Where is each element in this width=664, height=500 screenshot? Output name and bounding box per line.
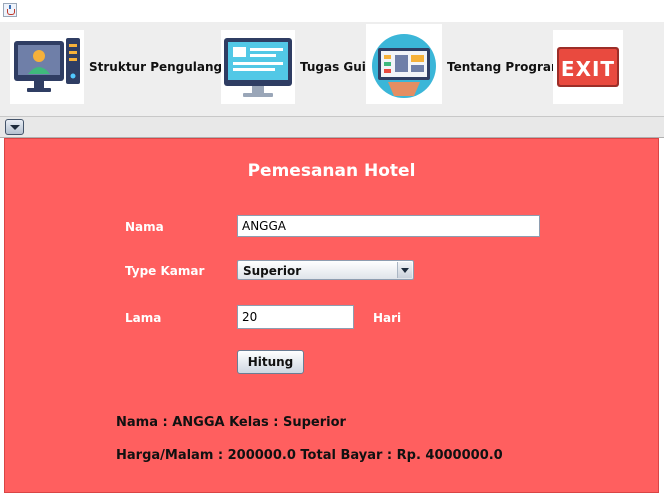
desktop-user-icon <box>10 30 84 104</box>
exit-sign-icon: EXIT <box>553 30 623 104</box>
type-kamar-label: Type Kamar <box>125 264 205 278</box>
result-line-1: Nama : ANGGA Kelas : Superior <box>116 415 346 430</box>
tugas-gui-label: Tugas Gui <box>300 60 366 74</box>
tentang-program-button[interactable]: Tentang Program <box>366 24 563 104</box>
page-title: Pemesanan Hotel <box>247 161 416 181</box>
internal-frame-titlebar <box>0 116 664 138</box>
lama-label: Lama <box>125 311 162 325</box>
monitor-document-icon <box>221 30 295 104</box>
internal-frame-menu-icon[interactable] <box>5 119 24 135</box>
java-app-icon <box>3 3 17 17</box>
hari-label: Hari <box>373 311 402 325</box>
lama-input[interactable]: 20 <box>237 305 354 329</box>
type-kamar-select[interactable]: Superior <box>237 260 414 280</box>
dashboard-panel-icon <box>366 24 442 104</box>
struktur-pengulangan-label: Struktur Pengulangan <box>89 60 239 74</box>
result-line-2: Harga/Malam : 200000.0 Total Bayar : Rp.… <box>116 448 503 463</box>
chevron-down-icon[interactable] <box>397 262 412 278</box>
exit-sign-text: EXIT <box>560 57 616 81</box>
tentang-program-label: Tentang Program <box>447 60 564 74</box>
hitung-button[interactable]: Hitung <box>237 350 304 374</box>
type-kamar-value: Superior <box>243 264 302 278</box>
nama-label: Nama <box>125 220 164 234</box>
tugas-gui-button[interactable]: Tugas Gui <box>221 30 366 104</box>
toolbar: Struktur Pengulangan Tugas Gui Tentang P… <box>0 22 664 116</box>
struktur-pengulangan-button[interactable]: Struktur Pengulangan <box>10 30 239 104</box>
hotel-booking-panel: Pemesanan Hotel Nama ANGGA Type Kamar Su… <box>4 138 659 493</box>
exit-button[interactable]: EXIT <box>553 30 623 104</box>
nama-input[interactable]: ANGGA <box>237 215 540 237</box>
